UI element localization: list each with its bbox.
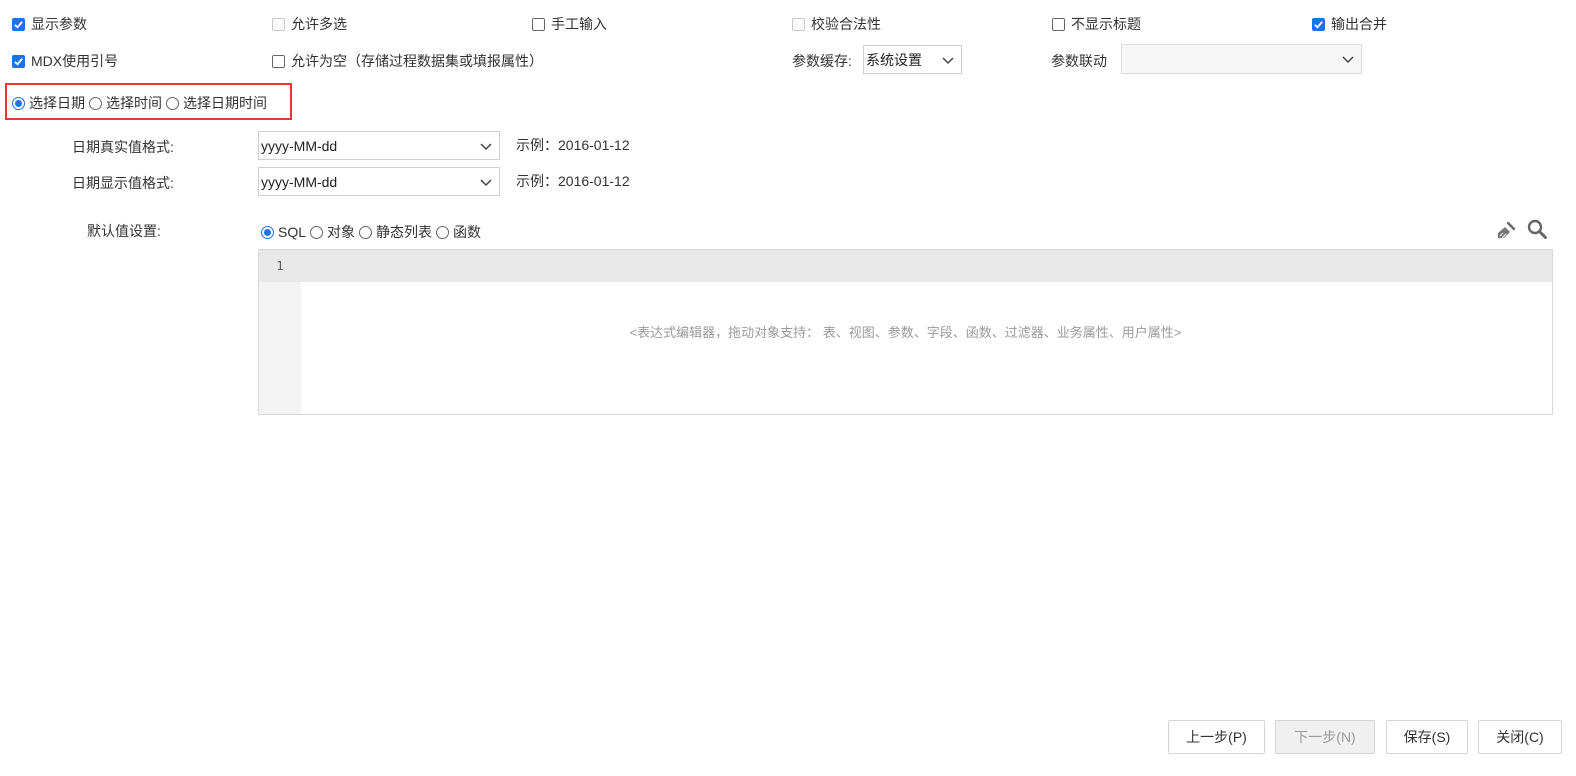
radio-checked-icon	[12, 96, 25, 110]
default-value-label: 默认值设置:	[87, 223, 161, 239]
broom-icon[interactable]	[1495, 219, 1517, 241]
default-mode-group: SQL 对象 静态列表 函数	[261, 222, 485, 242]
radio-function[interactable]: 函数	[436, 222, 481, 242]
radio-icon	[359, 225, 373, 239]
chevron-down-icon	[480, 142, 492, 150]
radio-label: 选择日期时间	[183, 95, 267, 111]
radio-label: 选择时间	[106, 95, 162, 111]
hide-title-checkbox[interactable]: 不显示标题	[1052, 14, 1141, 34]
display-format-value: yyyy-MM-dd	[261, 173, 338, 190]
checkbox-checked-icon	[12, 17, 25, 31]
checkbox-icon	[532, 17, 545, 31]
chevron-down-icon	[1342, 56, 1354, 64]
checkbox-disabled-icon	[792, 17, 805, 31]
radio-label: 选择日期	[29, 95, 85, 111]
radio-object[interactable]: 对象	[310, 222, 355, 242]
show-param-checkbox[interactable]: 显示参数	[12, 14, 87, 34]
real-format-value: yyyy-MM-dd	[261, 137, 338, 154]
validate-label: 校验合法性	[811, 16, 881, 32]
real-format-example: 示例：2016-01-12	[516, 137, 630, 153]
mdx-quote-checkbox[interactable]: MDX使用引号	[12, 51, 118, 71]
real-format-label: 日期真实值格式:	[72, 139, 174, 155]
param-cache-select[interactable]: 系统设置	[863, 45, 962, 74]
close-button[interactable]: 关闭(C)	[1478, 720, 1562, 754]
editor-placeholder: <表达式编辑器，拖动对象支持： 表、视图、参数、字段、函数、过滤器、业务属性、用…	[629, 325, 1182, 340]
radio-label: 对象	[327, 224, 356, 240]
date-mode-group: 选择日期 选择时间 选择日期时间	[12, 93, 271, 113]
real-format-select[interactable]: yyyy-MM-dd	[258, 131, 500, 160]
line-number: 1	[276, 259, 284, 273]
expression-editor[interactable]: 1 <表达式编辑器，拖动对象支持： 表、视图、参数、字段、函数、过滤器、业务属性…	[258, 249, 1553, 415]
param-link-select[interactable]	[1121, 44, 1362, 74]
param-cache-label: 参数缓存:	[792, 53, 852, 69]
radio-icon	[310, 225, 324, 239]
radio-icon	[166, 96, 179, 110]
radio-select-date[interactable]: 选择日期	[12, 93, 85, 113]
param-cache-value: 系统设置	[866, 51, 922, 68]
radio-sql[interactable]: SQL	[261, 224, 306, 240]
display-format-example: 示例：2016-01-12	[516, 173, 630, 189]
radio-checked-icon	[261, 225, 274, 239]
allow-multi-label: 允许多选	[291, 16, 347, 32]
chevron-down-icon	[480, 178, 492, 186]
checkbox-disabled-icon	[272, 17, 285, 31]
show-param-label: 显示参数	[31, 16, 87, 32]
manual-input-label: 手工输入	[551, 16, 607, 32]
display-format-label: 日期显示值格式:	[72, 175, 174, 191]
prev-button[interactable]: 上一步(P)	[1168, 720, 1265, 754]
output-merge-label: 输出合并	[1331, 16, 1387, 32]
radio-icon	[89, 96, 102, 110]
output-merge-checkbox[interactable]: 输出合并	[1312, 14, 1387, 34]
radio-label: 静态列表	[376, 224, 433, 240]
manual-input-checkbox[interactable]: 手工输入	[532, 14, 607, 34]
checkbox-icon	[1052, 17, 1065, 31]
next-button[interactable]: 下一步(N)	[1275, 720, 1375, 754]
radio-select-datetime[interactable]: 选择日期时间	[166, 93, 267, 113]
checkbox-icon	[272, 54, 285, 68]
hide-title-label: 不显示标题	[1071, 16, 1141, 32]
param-link-label: 参数联动	[1051, 53, 1107, 69]
allow-empty-label: 允许为空（存储过程数据集或填报属性）	[291, 53, 543, 69]
validate-checkbox[interactable]: 校验合法性	[792, 14, 881, 34]
display-format-select[interactable]: yyyy-MM-dd	[258, 167, 500, 196]
active-line	[259, 250, 1552, 282]
chevron-down-icon	[942, 56, 954, 64]
allow-multi-checkbox[interactable]: 允许多选	[272, 14, 347, 34]
radio-static-list[interactable]: 静态列表	[359, 222, 432, 242]
checkbox-checked-icon	[1312, 17, 1325, 31]
checkbox-checked-icon	[12, 54, 25, 68]
radio-select-time[interactable]: 选择时间	[89, 93, 162, 113]
mdx-quote-label: MDX使用引号	[31, 53, 119, 69]
radio-label: SQL	[278, 224, 307, 240]
radio-icon	[436, 225, 450, 239]
radio-label: 函数	[453, 224, 482, 240]
search-icon[interactable]	[1526, 218, 1548, 240]
save-button[interactable]: 保存(S)	[1386, 720, 1468, 754]
allow-empty-checkbox[interactable]: 允许为空（存储过程数据集或填报属性）	[272, 51, 543, 71]
